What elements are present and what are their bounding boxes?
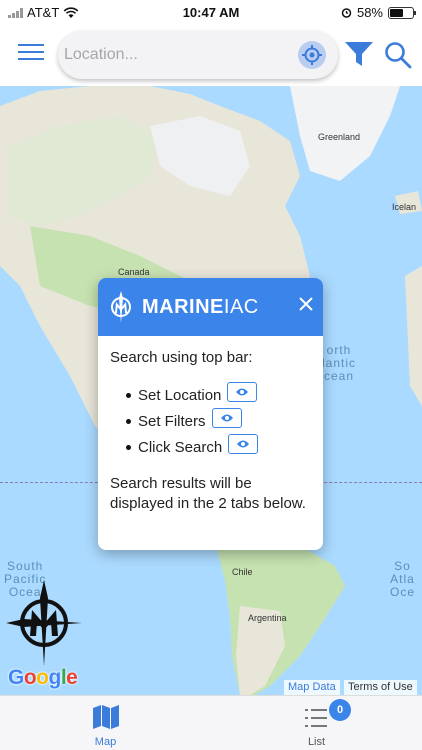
dialog-footer-text: Search results will be displayed in the …: [110, 475, 306, 512]
instruction-set-location: Set Location: [126, 382, 311, 408]
label-chile: Chile: [232, 567, 253, 577]
location-input[interactable]: [64, 40, 289, 70]
preview-filters-button[interactable]: [211, 408, 242, 428]
current-location-button[interactable]: [298, 41, 326, 69]
help-dialog: MARINEIAC Search using top bar: Set Loca…: [98, 278, 323, 550]
label-greenland: Greenland: [318, 132, 361, 142]
close-icon: [299, 297, 313, 311]
label-iceland: Icelan: [392, 202, 417, 212]
label-argentina: Argentina: [248, 613, 287, 623]
menu-icon: [18, 44, 44, 60]
dialog-header: MARINEIAC: [98, 278, 323, 336]
map-data-link[interactable]: Map Data: [284, 680, 340, 695]
google-logo: Google: [8, 666, 78, 689]
close-dialog-button[interactable]: [297, 295, 315, 313]
label-north-atlantic: orth lantic cean: [322, 343, 357, 383]
list-icon: [305, 709, 327, 727]
eye-icon: [236, 388, 249, 396]
filter-icon: [345, 42, 373, 66]
location-search-box: [58, 31, 338, 79]
dialog-intro: Search using top bar:: [110, 349, 253, 366]
battery-icon: [388, 6, 416, 19]
instruction-set-filters: Set Filters: [126, 408, 311, 434]
marineiac-icon: [111, 291, 131, 323]
dialog-body: Search using top bar: Set Location Set F…: [98, 336, 323, 526]
list-count-badge: 0: [329, 699, 351, 721]
crosshair-icon: [302, 45, 322, 65]
tab-map[interactable]: Map: [0, 696, 211, 750]
menu-button[interactable]: [18, 44, 44, 64]
marineiac-logo-icon: [6, 580, 82, 666]
preview-search-button[interactable]: [228, 434, 259, 454]
status-right: 58%: [341, 5, 416, 20]
search-icon: [385, 42, 412, 69]
instruction-list: Set Location Set Filters Click Search: [126, 382, 311, 460]
top-bar: [0, 24, 422, 86]
eye-icon: [237, 440, 250, 448]
instruction-click-search: Click Search: [126, 434, 311, 460]
label-south-atlantic: So Atla Oce: [390, 559, 416, 599]
map-icon: [93, 705, 119, 729]
tab-map-label: Map: [94, 736, 117, 748]
tab-list[interactable]: 0 List: [211, 696, 422, 750]
tab-bar: Map 0 List: [0, 695, 422, 750]
alarm-icon: [341, 8, 352, 18]
tab-list-label: List: [307, 736, 326, 748]
terms-of-use-link[interactable]: Terms of Use: [344, 680, 417, 695]
preview-location-button[interactable]: [227, 382, 258, 402]
eye-icon: [220, 414, 233, 422]
status-bar: AT&T 10:47 AM 58%: [0, 0, 422, 24]
brand-logo: MARINEIAC: [106, 290, 259, 324]
filter-button[interactable]: [344, 41, 374, 73]
label-canada: Canada: [118, 267, 150, 277]
brand-name: MARINEIAC: [142, 295, 259, 318]
search-button[interactable]: [384, 41, 412, 74]
battery-percent: 58%: [356, 5, 383, 20]
